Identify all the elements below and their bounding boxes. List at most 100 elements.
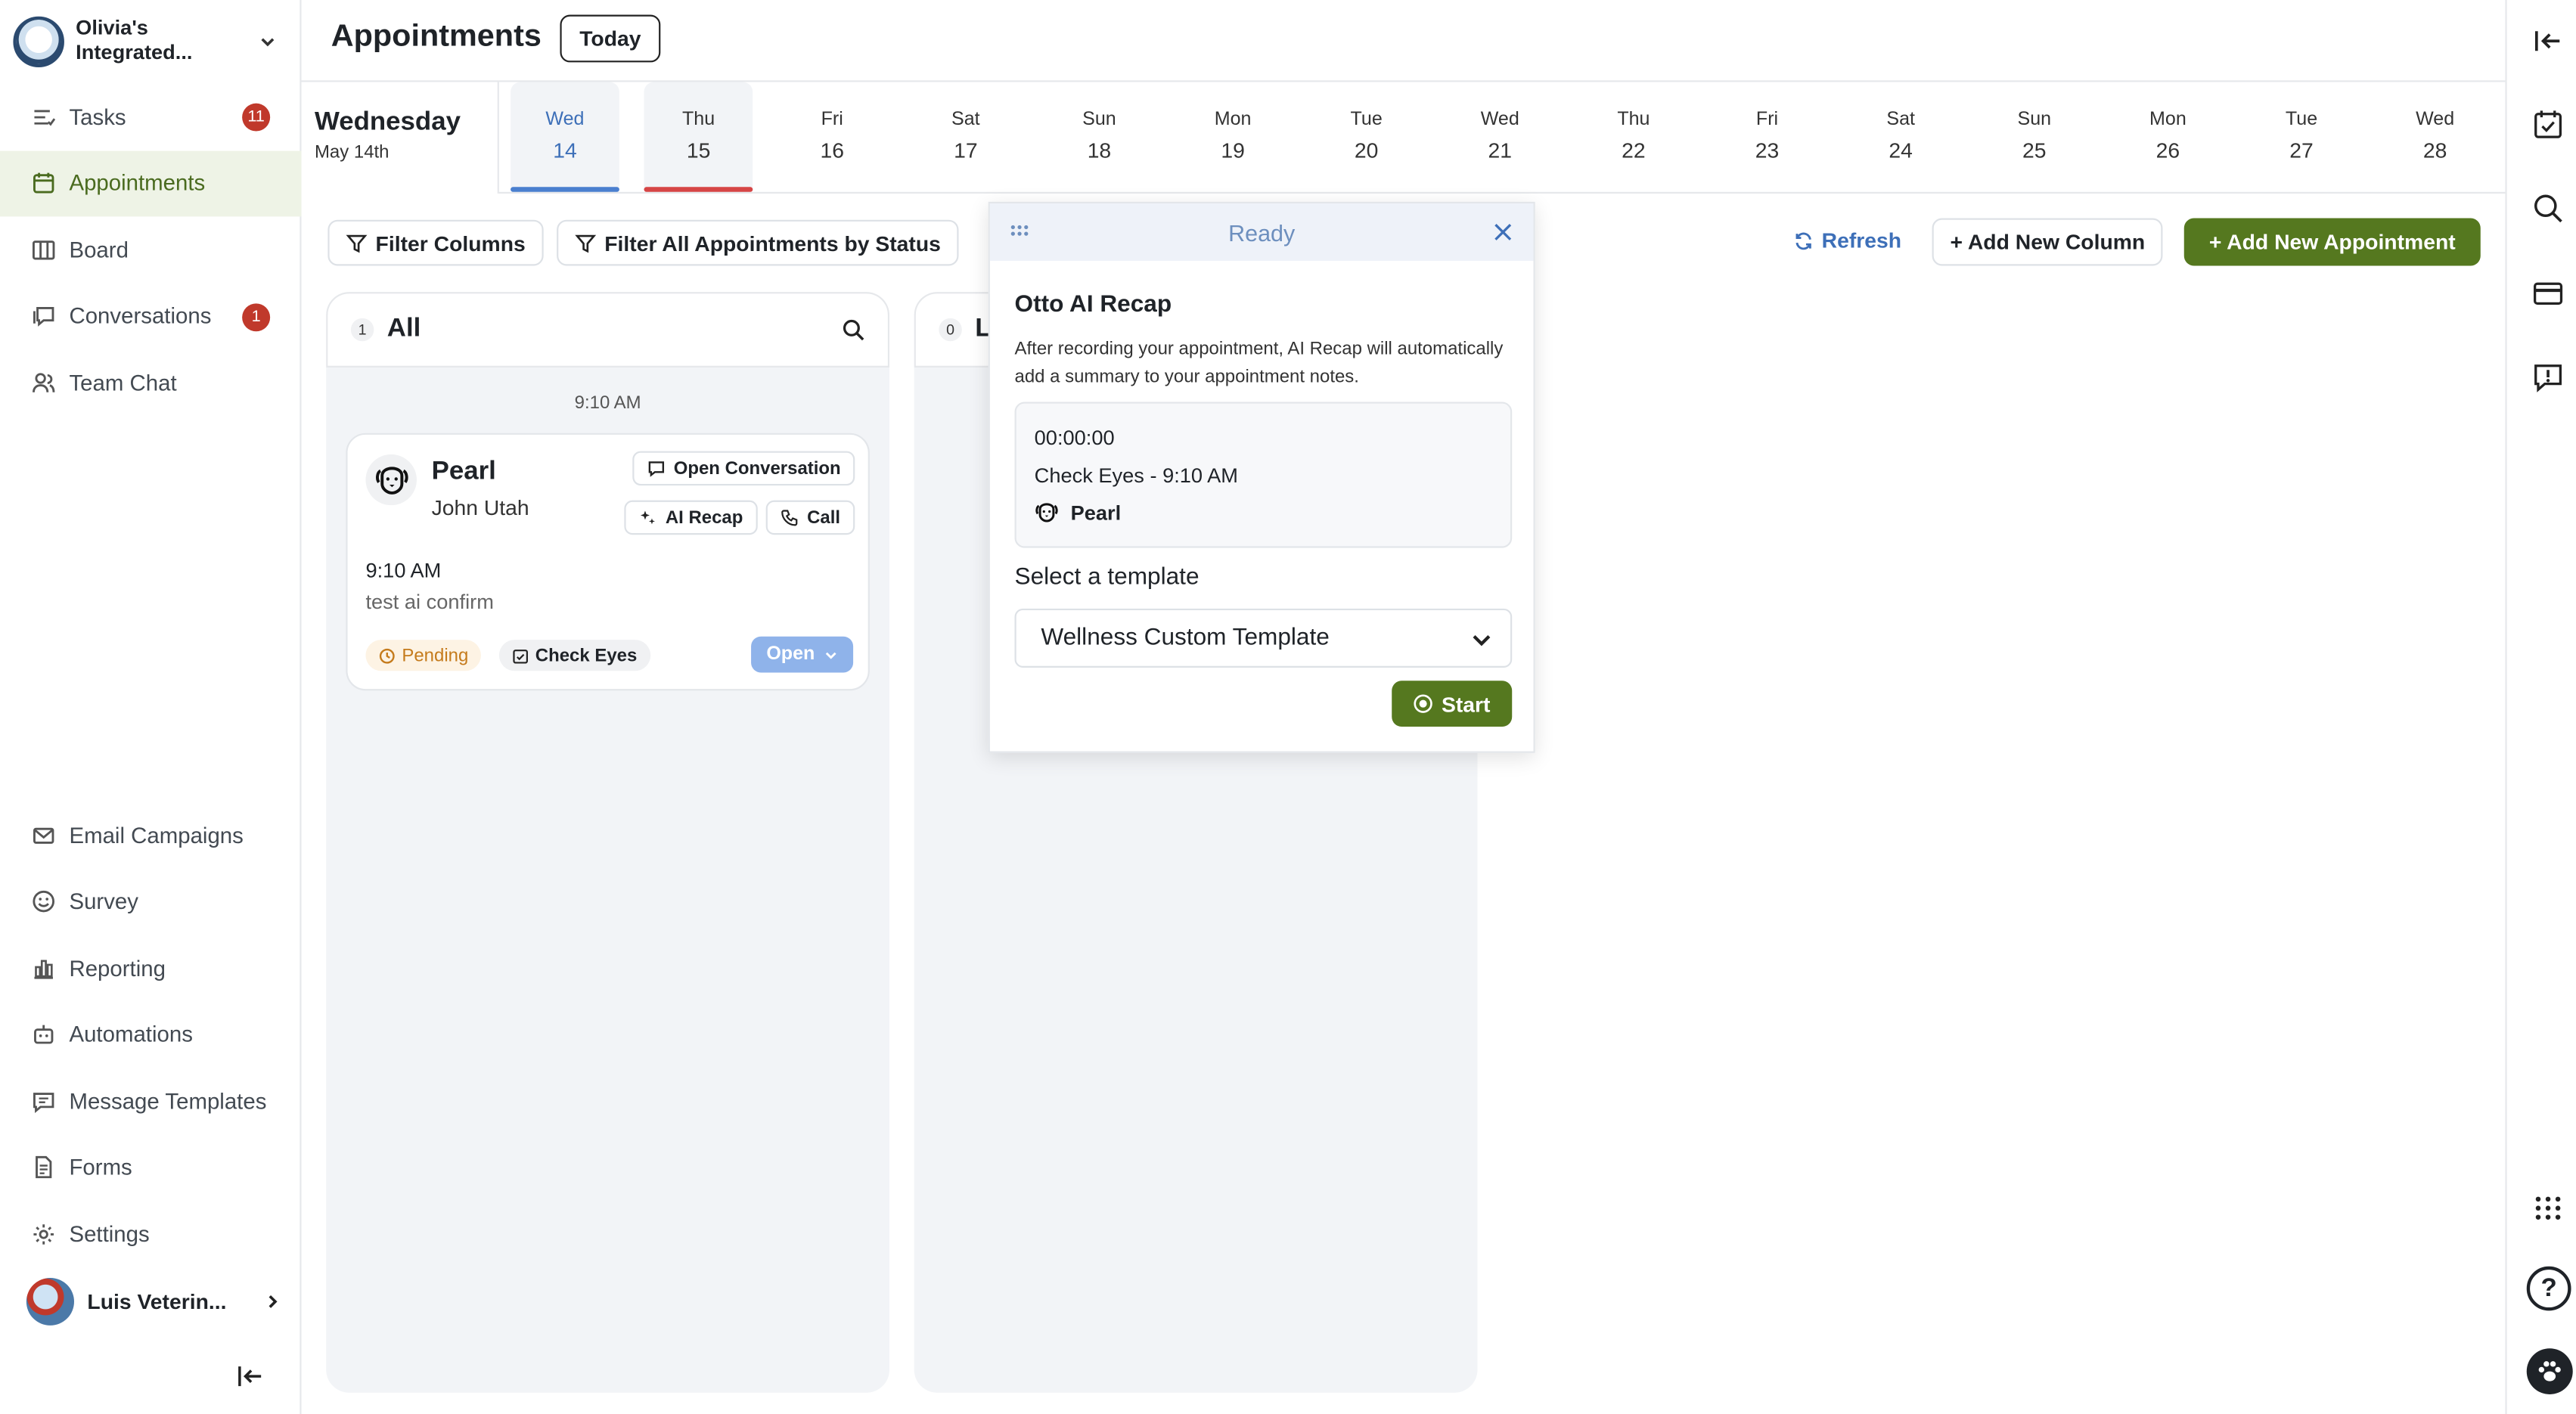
add-appointment-button[interactable]: + Add New Appointment <box>2183 218 2481 266</box>
sidebar-item-reporting[interactable]: Reporting <box>0 935 302 1002</box>
recording-pet: Pearl <box>1035 501 1122 526</box>
date-tab[interactable]: Tue 27 <box>2247 82 2356 190</box>
feedback-icon[interactable] <box>2531 361 2565 393</box>
calendar-check-icon[interactable] <box>2531 108 2565 141</box>
smile-icon <box>29 888 56 915</box>
date-tab-weekday: Wed <box>545 110 585 130</box>
board-icon <box>29 237 56 263</box>
sidebar-item-board[interactable]: Board <box>0 216 302 283</box>
document-icon <box>29 1155 56 1181</box>
add-column-button[interactable]: + Add New Column <box>1932 218 2164 266</box>
paw-icon[interactable] <box>2526 1348 2573 1394</box>
help-icon[interactable]: ? <box>2526 1266 2571 1311</box>
date-tab-number: 23 <box>1755 138 1780 163</box>
sidebar-item-tasks[interactable]: Tasks 11 <box>0 84 302 150</box>
open-conversation-button[interactable]: Open Conversation <box>632 451 856 486</box>
date-tab-number: 17 <box>954 138 978 163</box>
sidebar-item-automations[interactable]: Automations <box>0 1001 302 1068</box>
call-button[interactable]: Call <box>765 500 855 535</box>
date-tab[interactable]: Thu 22 <box>1579 82 1688 190</box>
sidebar-item-label: Forms <box>69 1155 132 1180</box>
date-tab[interactable]: Wed 14 <box>511 82 619 192</box>
sidebar: Olivia's Integrated... Tasks 11 Appointm… <box>0 0 302 1414</box>
sidebar-item-appointments[interactable]: Appointments <box>0 150 302 217</box>
pet-name: Pearl <box>431 457 496 486</box>
team-icon <box>29 370 56 396</box>
date-tab[interactable]: Sat 24 <box>1846 82 1955 190</box>
chevron-down-icon <box>825 651 836 659</box>
date-tab-weekday: Fri <box>821 110 843 130</box>
close-icon[interactable] <box>1492 222 1513 243</box>
column-title: All <box>386 315 421 343</box>
collapse-panel-icon[interactable] <box>2531 25 2565 57</box>
date-tab[interactable]: Fri 16 <box>777 82 886 190</box>
status-badge: Pending <box>365 640 482 671</box>
popup-header: Ready <box>989 203 1534 261</box>
date-tab[interactable]: Wed 21 <box>1445 82 1554 190</box>
search-icon[interactable] <box>842 318 864 341</box>
sidebar-item-email-campaigns[interactable]: Email Campaigns <box>0 802 302 869</box>
start-recording-button[interactable]: Start <box>1392 681 1513 727</box>
user-profile[interactable]: Luis Veterin... <box>26 1276 282 1326</box>
sidebar-item-message-templates[interactable]: Message Templates <box>0 1068 302 1134</box>
conversations-count-badge: 1 <box>242 302 271 331</box>
recording-pet-name: Pearl <box>1070 501 1122 525</box>
sidebar-item-team-chat[interactable]: Team Chat <box>0 349 302 416</box>
avatar <box>26 1276 75 1325</box>
search-icon[interactable] <box>2531 192 2565 225</box>
sidebar-item-settings[interactable]: Settings <box>0 1201 302 1267</box>
org-switcher[interactable]: Olivia's Integrated... <box>13 13 290 69</box>
selected-day: Wednesday May 14th <box>315 108 461 163</box>
drag-handle-icon[interactable] <box>1010 223 1032 240</box>
dog-icon <box>374 466 408 494</box>
appointment-card[interactable]: Pearl John Utah Open Conversation AI Rec… <box>346 433 870 691</box>
date-tab[interactable]: Fri 23 <box>1713 82 1822 190</box>
sparkle-icon <box>640 510 655 525</box>
chat-icon <box>29 303 56 330</box>
date-tab-number: 24 <box>1889 138 1913 163</box>
date-tab-number: 19 <box>1221 138 1245 163</box>
paw-glyph-icon <box>2538 1361 2561 1381</box>
date-tab-number: 27 <box>2289 138 2314 163</box>
date-tab-number: 25 <box>2022 138 2047 163</box>
template-select[interactable]: Wellness Custom Template <box>1014 608 1513 668</box>
recording-info: 00:00:00 Check Eyes - 9:10 AM Pearl <box>1014 402 1513 548</box>
sidebar-item-conversations[interactable]: Conversations 1 <box>0 283 302 349</box>
popup-description: After recording your appointment, AI Rec… <box>1014 340 1504 386</box>
right-rail: ? <box>2505 0 2576 1414</box>
refresh-button[interactable]: Refresh <box>1794 228 1901 253</box>
clock-icon <box>379 647 395 663</box>
popup-title: Otto AI Recap <box>1014 292 1172 318</box>
refresh-label: Refresh <box>1821 228 1902 253</box>
date-tab[interactable]: Sat 17 <box>911 82 1020 190</box>
record-icon <box>1414 694 1433 713</box>
open-label: Open <box>766 644 815 665</box>
date-tab[interactable]: Mon 26 <box>2114 82 2223 190</box>
sidebar-item-survey[interactable]: Survey <box>0 869 302 935</box>
filter-status-button[interactable]: Filter All Appointments by Status <box>557 219 959 266</box>
sidebar-item-label: Board <box>69 237 129 262</box>
dialpad-icon[interactable] <box>2531 1194 2565 1226</box>
date-tab[interactable]: Tue 20 <box>1312 82 1421 190</box>
date-tab[interactable]: Sun 25 <box>1980 82 2089 190</box>
popup-status: Ready <box>1228 219 1296 246</box>
page-title: Appointments <box>331 20 542 54</box>
filter-icon <box>346 234 368 253</box>
collapse-sidebar-icon[interactable] <box>235 1362 265 1391</box>
filter-icon <box>575 234 597 253</box>
date-tab[interactable]: Sun 18 <box>1045 82 1154 190</box>
pet-avatar <box>365 454 417 506</box>
sidebar-item-label: Conversations <box>69 303 212 329</box>
date-tab[interactable]: Thu 15 <box>644 82 753 192</box>
date-tab-weekday: Sat <box>951 110 980 130</box>
date-tab[interactable]: Mon 19 <box>1178 82 1287 190</box>
date-tab[interactable]: Wed 28 <box>2381 82 2490 190</box>
credit-card-icon[interactable] <box>2531 278 2565 310</box>
today-button[interactable]: Today <box>560 14 661 63</box>
filter-columns-button[interactable]: Filter Columns <box>327 219 544 266</box>
open-dropdown-button[interactable]: Open <box>751 636 854 673</box>
sidebar-item-forms[interactable]: Forms <box>0 1134 302 1201</box>
date-tab-number: 22 <box>1622 138 1646 163</box>
recording-appointment: Check Eyes - 9:10 AM <box>1034 464 1238 488</box>
ai-recap-button[interactable]: AI Recap <box>624 500 758 535</box>
